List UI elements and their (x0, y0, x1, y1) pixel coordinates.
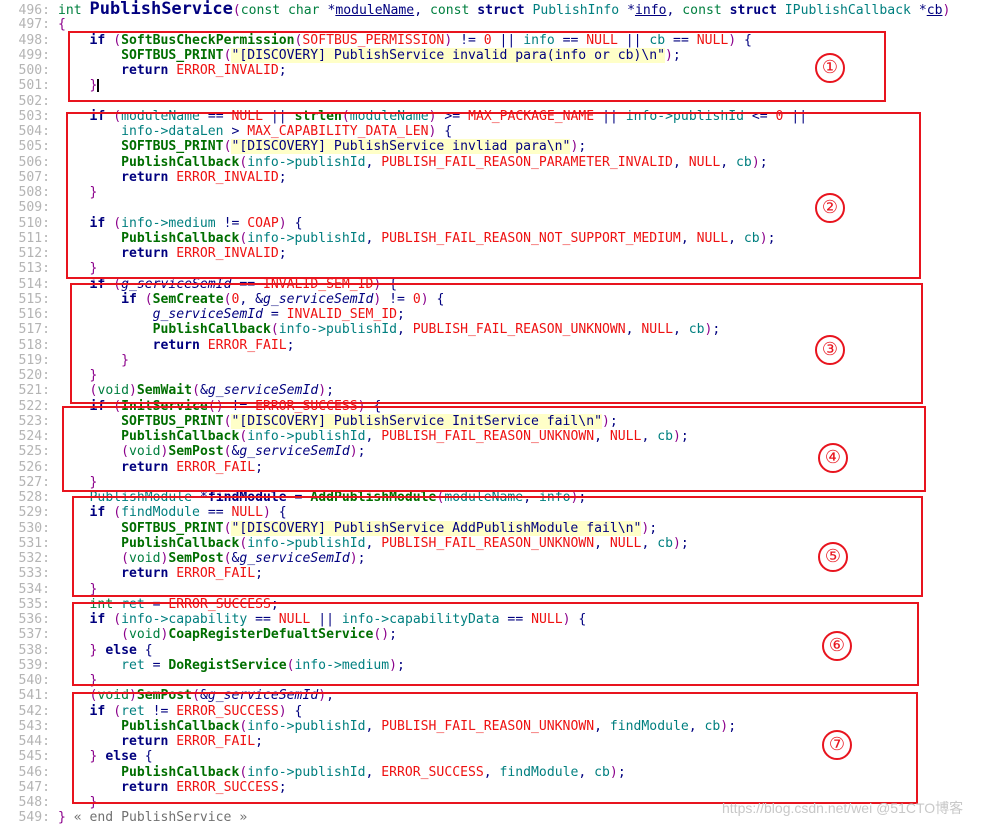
annotation-number-1: ① (815, 53, 845, 83)
line-number: 514: (18, 276, 50, 292)
code-token: moduleName (335, 3, 415, 18)
annotation-box-7 (72, 692, 918, 804)
annotation-number-5: ⑤ (818, 542, 848, 572)
annotation-number-7: ⑦ (822, 730, 852, 760)
line-number: 528: (18, 490, 50, 505)
code-token: struct (729, 3, 785, 18)
code-token: PublishInfo (532, 3, 628, 18)
line-number: 499: (18, 47, 50, 63)
line-number: 521: (18, 383, 50, 399)
line-number: 531: (18, 535, 50, 551)
code-token: , (414, 3, 430, 18)
code-token: cb (926, 3, 943, 18)
line-number: 545: (18, 749, 50, 765)
line-number: 548: (18, 795, 50, 810)
line-number: 519: (18, 352, 50, 368)
line-number: 510: (18, 215, 50, 231)
code-token: , (666, 3, 683, 18)
line-number: 525: (18, 444, 50, 460)
code-token: { (58, 17, 66, 33)
line-number: 502: (18, 93, 50, 109)
line-number: 524: (18, 429, 50, 444)
line-number: 498: (18, 32, 50, 48)
line-number: 534: (18, 581, 50, 597)
watermark: https://blog.csdn.net/wei @51CTO博客 (722, 800, 964, 816)
code-token: « end PublishService » (65, 810, 248, 826)
line-number: 543: (18, 718, 50, 734)
line-number: 507: (18, 169, 50, 185)
line-number: 518: (18, 337, 50, 353)
line-number: 538: (18, 642, 50, 658)
line-number: 530: (18, 520, 50, 536)
code-token: const (682, 3, 730, 18)
code-token: * (918, 3, 927, 18)
line-number: 537: (18, 627, 50, 643)
line-number: 532: (18, 551, 50, 566)
line-number: 546: (18, 764, 50, 780)
code-token: * (627, 3, 635, 18)
line-number: 527: (18, 474, 50, 490)
line-number: 506: (18, 154, 50, 170)
line-number: 496: (18, 3, 50, 18)
line-number: 516: (18, 307, 50, 322)
code-token: struct (477, 3, 533, 18)
line-number: 539: (18, 657, 50, 673)
line-number: 504: (18, 124, 50, 139)
annotation-number-2: ② (815, 193, 845, 223)
line-number: 513: (18, 261, 50, 277)
code-token: int (58, 3, 90, 18)
annotation-box-3 (70, 283, 923, 404)
annotation-box-4 (62, 406, 926, 492)
line-number: 542: (18, 703, 50, 719)
line-number: 512: (18, 246, 50, 261)
line-number: 500: (18, 63, 50, 78)
code-token: PublishService (89, 0, 233, 19)
annotation-box-6 (72, 602, 919, 686)
code-token: ( (232, 3, 241, 18)
line-number: 522: (18, 398, 50, 414)
code-line[interactable]: 496: int PublishService(const char * modul… (0, 0, 1002, 19)
code-token: const (429, 3, 478, 18)
line-number: 508: (18, 185, 50, 200)
annotation-box-5 (72, 496, 923, 597)
line-number: 523: (18, 413, 50, 429)
line-number: 526: (18, 459, 50, 475)
code-token: } (58, 810, 66, 826)
line-number: 536: (18, 612, 50, 627)
line-number: 503: (18, 108, 50, 124)
annotation-box-2 (66, 112, 921, 279)
line-number: 549: (18, 810, 50, 826)
line-number: 505: (18, 139, 50, 155)
code-token: const char (240, 3, 328, 18)
line-number: 517: (18, 322, 50, 338)
line-number: 529: (18, 505, 50, 521)
line-number: 535: (18, 596, 50, 612)
annotation-number-6: ⑥ (822, 631, 852, 661)
annotation-number-4: ④ (818, 443, 848, 473)
line-number: 520: (18, 368, 50, 383)
line-number: 547: (18, 779, 50, 795)
line-number: 511: (18, 230, 50, 246)
line-number: 497: (18, 17, 50, 33)
code-token: info (634, 3, 667, 18)
annotation-box-1 (68, 31, 886, 102)
line-number: 509: (18, 200, 50, 216)
annotation-number-3: ③ (815, 335, 845, 365)
code-token: IPublishCallback (784, 3, 919, 18)
line-number: 540: (18, 673, 50, 688)
code-token: ) (942, 3, 951, 18)
line-number: 544: (18, 734, 50, 749)
line-number: 533: (18, 566, 50, 582)
line-number: 515: (18, 291, 50, 307)
line-number: 501: (18, 78, 50, 94)
line-number: 541: (18, 688, 50, 704)
